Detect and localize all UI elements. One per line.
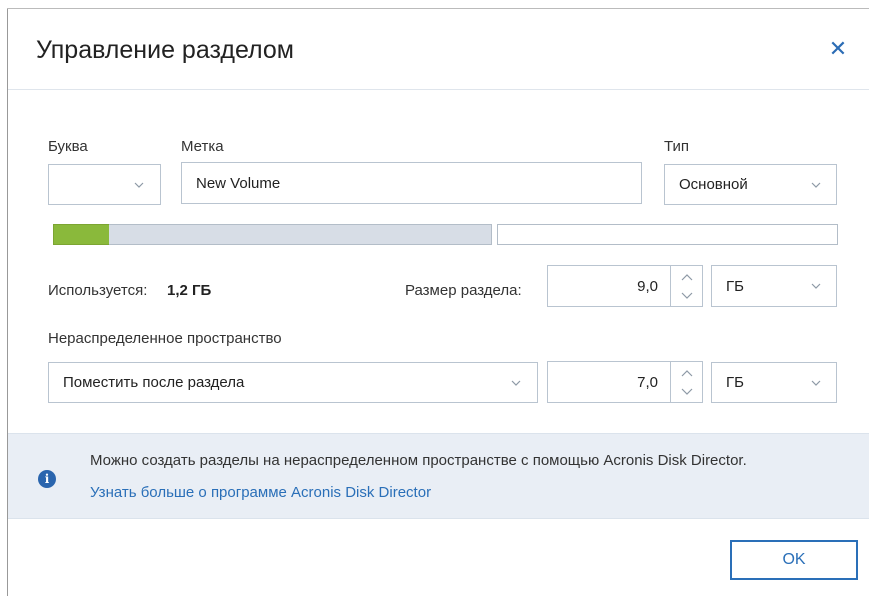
info-message: Можно создать разделы на нераспределенно… [90,452,747,469]
partition-size-unit-dropdown[interactable]: ГБ [711,265,837,307]
acronis-disk-director-link[interactable]: Узнать больше о программе Acronis Disk D… [90,484,431,501]
type-value: Основной [679,176,748,193]
chevron-down-icon [134,180,144,190]
increment-button[interactable] [671,267,703,286]
dialog-title: Управление разделом [36,36,294,64]
volume-label-value: New Volume [196,174,281,192]
partition-size-value: 9,0 [637,277,658,295]
chevron-down-icon [811,281,821,291]
used-label: Используется: [48,282,148,299]
unallocated-amount-stepper[interactable]: 7,0 [547,361,703,403]
ok-button[interactable]: OK [730,540,858,580]
increment-button[interactable] [671,363,703,382]
chevron-down-icon [811,378,821,388]
letter-label: Буква [48,138,88,155]
unallocated-amount-spinner [670,362,703,402]
used-space-bar [53,224,110,245]
partition-size-unit: ГБ [726,277,744,295]
used-value: 1,2 ГБ [167,282,212,299]
info-icon: i [38,470,56,488]
decrement-button[interactable] [671,286,703,305]
letter-dropdown[interactable] [48,164,161,205]
partition-dialog: Управление разделом ✕ Буква Метка New Vo… [0,0,869,596]
partition-space-bar[interactable] [109,224,492,245]
unallocated-unit-dropdown[interactable]: ГБ [711,362,837,403]
volume-label-input[interactable]: New Volume [181,162,642,204]
header-divider [8,89,869,90]
unallocated-amount-value: 7,0 [637,373,658,391]
partition-size-stepper[interactable]: 9,0 [547,265,703,307]
chevron-down-icon [511,378,521,388]
partition-size-spinner [670,266,703,306]
chevron-down-icon [811,180,821,190]
close-icon[interactable]: ✕ [826,37,850,61]
volume-label-label: Метка [181,138,224,155]
unallocated-placement-dropdown[interactable]: Поместить после раздела [48,362,538,403]
info-banner [8,433,869,519]
unallocated-placement-value: Поместить после раздела [63,374,245,391]
unallocated-space-bar [497,224,838,245]
unallocated-unit: ГБ [726,374,744,391]
type-dropdown[interactable]: Основной [664,164,837,205]
unallocated-label: Нераспределенное пространство [48,330,282,347]
decrement-button[interactable] [671,382,703,401]
dialog-border-top [7,8,869,9]
partition-size-label: Размер раздела: [405,282,522,299]
type-label: Тип [664,138,690,155]
